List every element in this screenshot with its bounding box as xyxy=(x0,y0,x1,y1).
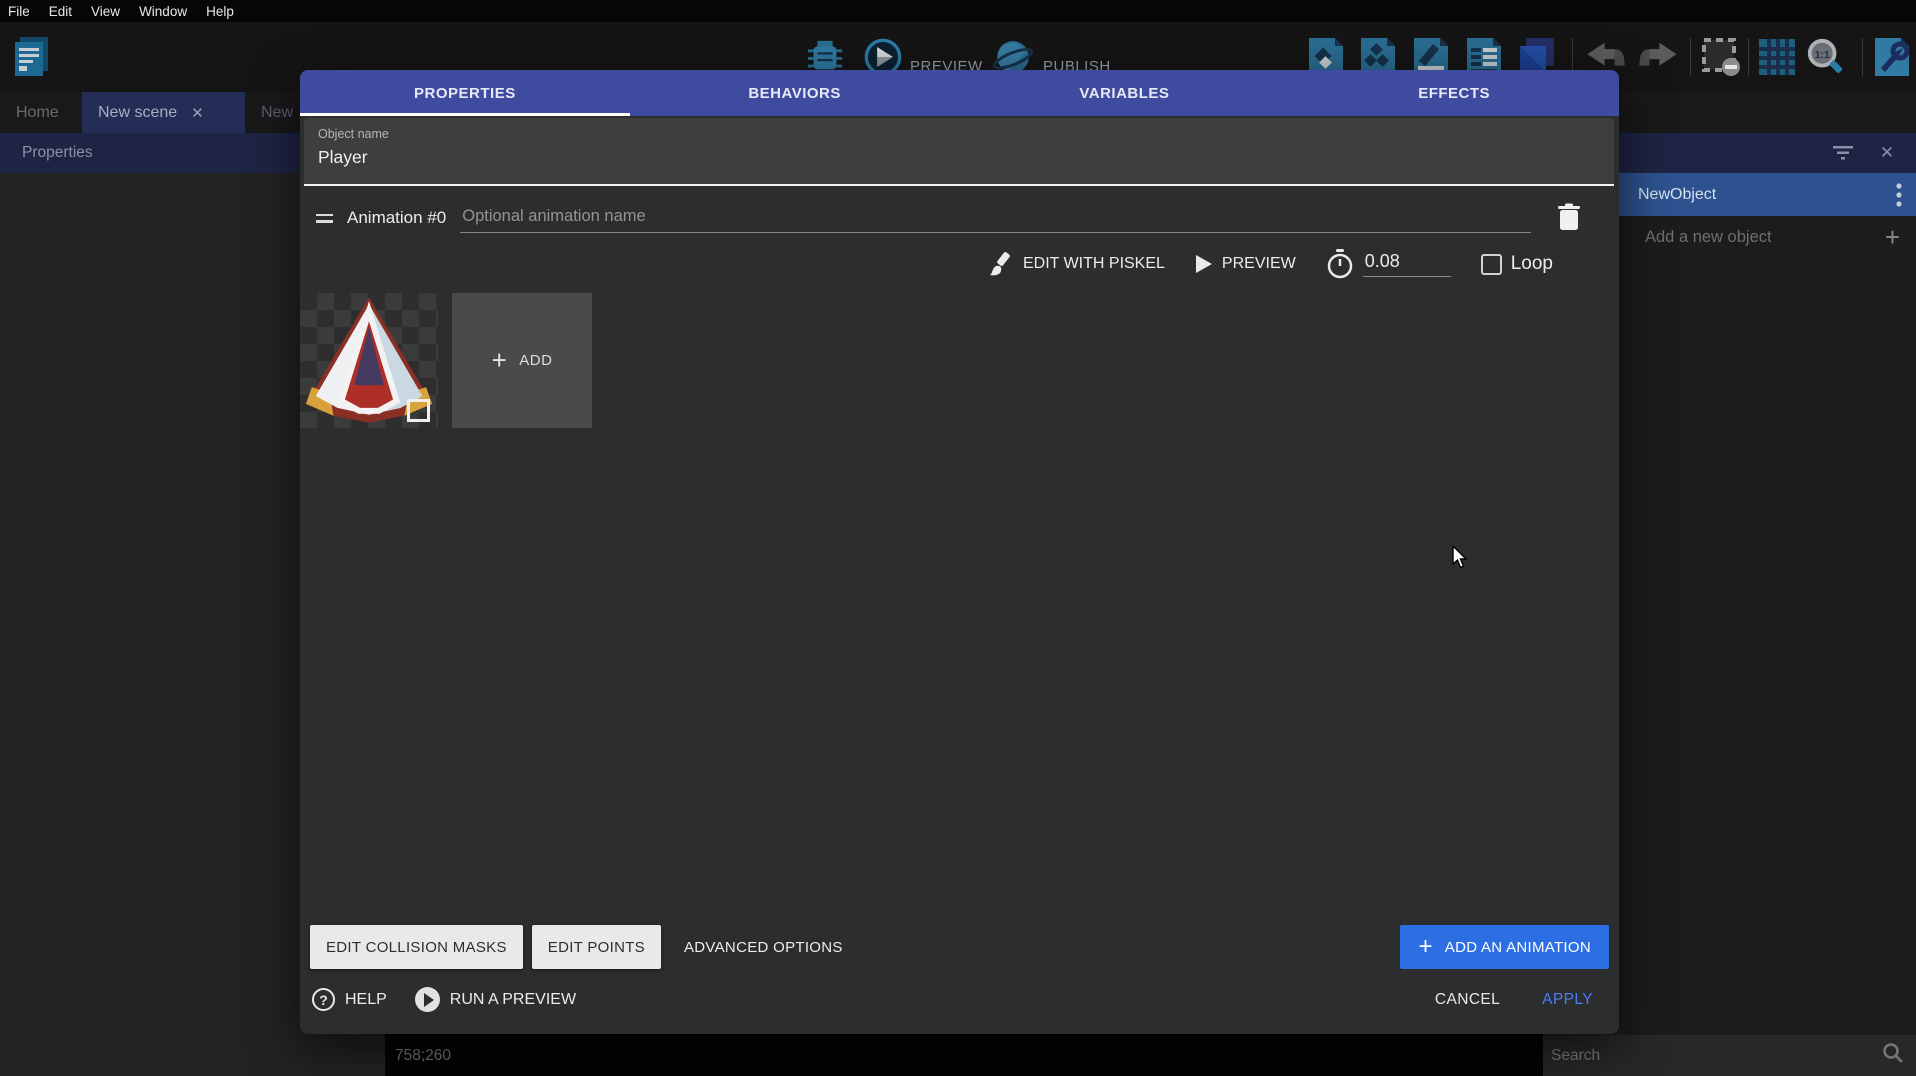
search-input[interactable] xyxy=(1551,1047,1882,1065)
edit-collision-masks-button[interactable]: EDIT COLLISION MASKS xyxy=(310,925,523,969)
stacked-docs-icon xyxy=(12,35,52,79)
properties-panel-title: Properties xyxy=(22,144,93,162)
preview-animation-button[interactable]: PREVIEW xyxy=(1195,254,1296,274)
run-a-preview-button[interactable]: RUN A PREVIEW xyxy=(415,987,576,1012)
tab-properties[interactable]: PROPERTIES xyxy=(300,70,630,116)
object-menu-kebab-icon[interactable] xyxy=(1896,183,1902,207)
edit-with-piskel-label: EDIT WITH PISKEL xyxy=(1023,255,1165,273)
redo-icon[interactable] xyxy=(1638,36,1678,78)
add-object-plus-icon: + xyxy=(1885,222,1900,253)
tab-new-scene-label: New scene xyxy=(98,104,177,122)
close-tab-icon[interactable]: ✕ xyxy=(191,104,204,122)
loop-label: Loop xyxy=(1511,253,1553,275)
play-icon xyxy=(1195,254,1213,274)
dialog-tab-bar: PROPERTIES BEHAVIORS VARIABLES EFFECTS xyxy=(300,70,1619,116)
add-an-animation-label: ADD AN ANIMATION xyxy=(1445,939,1591,956)
add-an-animation-button[interactable]: + ADD AN ANIMATION xyxy=(1400,925,1609,969)
add-animation-plus-icon: + xyxy=(1418,933,1432,961)
tab-variables[interactable]: VARIABLES xyxy=(960,70,1290,116)
object-search-bar xyxy=(1543,1035,1916,1076)
toolbar-separator xyxy=(1748,38,1749,76)
preview-animation-label: PREVIEW xyxy=(1222,255,1296,273)
advanced-options-button[interactable]: ADVANCED OPTIONS xyxy=(670,925,857,969)
animation-name-input[interactable] xyxy=(460,203,1531,233)
delete-animation-icon[interactable] xyxy=(1557,203,1583,233)
animation-header-row: Animation #0 xyxy=(316,203,1583,233)
stopwatch-icon xyxy=(1326,249,1354,279)
animation-frames-row: + ADD xyxy=(300,293,1619,428)
toolbar-separator xyxy=(1862,38,1863,76)
time-between-frames-control xyxy=(1326,249,1451,279)
time-between-frames-input[interactable] xyxy=(1363,251,1451,277)
project-settings-icon[interactable] xyxy=(1872,36,1912,78)
object-name: NewObject xyxy=(1638,186,1716,204)
mouse-cursor xyxy=(1452,546,1468,575)
menu-edit[interactable]: Edit xyxy=(49,4,72,19)
loop-toggle[interactable]: Loop xyxy=(1481,253,1553,275)
object-name-field[interactable]: Object name Player xyxy=(304,118,1614,186)
animation-title: Animation #0 xyxy=(347,208,446,228)
animation-controls-row: EDIT WITH PISKEL PREVIEW Loop xyxy=(316,249,1553,279)
menu-file[interactable]: File xyxy=(8,4,30,19)
status-bar: 758;260 xyxy=(385,1035,1543,1076)
tab-new-scene[interactable]: New scene ✕ xyxy=(82,92,245,133)
svg-text:1:1: 1:1 xyxy=(1815,50,1830,61)
run-a-preview-label: RUN A PREVIEW xyxy=(450,991,576,1009)
frame-select-checkbox[interactable] xyxy=(407,399,430,422)
help-button[interactable]: ? HELP xyxy=(312,988,387,1011)
loop-checkbox[interactable] xyxy=(1481,254,1502,275)
add-frame-label: ADD xyxy=(519,352,552,369)
filter-icon[interactable] xyxy=(1830,140,1856,166)
edit-points-button[interactable]: EDIT POINTS xyxy=(532,925,661,969)
sprite-frame-thumbnail[interactable] xyxy=(300,293,438,428)
project-manager-icon[interactable] xyxy=(12,36,52,78)
tab-behaviors[interactable]: BEHAVIORS xyxy=(630,70,960,116)
tab-home-label: Home xyxy=(16,104,59,122)
tab-home[interactable]: Home xyxy=(0,92,75,133)
menu-view[interactable]: View xyxy=(91,4,120,19)
dialog-actions-row: EDIT COLLISION MASKS EDIT POINTS ADVANCE… xyxy=(310,925,1609,969)
add-frame-plus-icon: + xyxy=(492,345,508,376)
menu-bar: File Edit View Window Help xyxy=(0,0,1916,22)
paintbrush-icon xyxy=(988,251,1014,277)
object-name-label: Object name xyxy=(318,127,1600,141)
edit-with-piskel-button[interactable]: EDIT WITH PISKEL xyxy=(988,251,1165,277)
tab-effects[interactable]: EFFECTS xyxy=(1289,70,1619,116)
clear-selection-icon[interactable] xyxy=(1701,36,1741,78)
help-icon: ? xyxy=(312,988,335,1011)
zoom-1-1-icon[interactable]: 1:1 xyxy=(1805,36,1845,78)
close-panel-icon[interactable]: ✕ xyxy=(1874,140,1900,166)
add-object-label: Add a new object xyxy=(1645,228,1772,247)
apply-button[interactable]: APPLY xyxy=(1542,991,1593,1009)
menu-window[interactable]: Window xyxy=(139,4,187,19)
object-name-value[interactable]: Player xyxy=(318,147,1600,168)
search-icon[interactable] xyxy=(1882,1042,1904,1069)
grid-icon[interactable] xyxy=(1757,36,1797,78)
run-preview-play-icon xyxy=(415,987,440,1012)
object-editor-dialog: PROPERTIES BEHAVIORS VARIABLES EFFECTS O… xyxy=(300,70,1619,1034)
cursor-coordinates: 758;260 xyxy=(395,1047,451,1065)
active-tab-indicator xyxy=(300,113,630,116)
cancel-button[interactable]: CANCEL xyxy=(1435,991,1500,1009)
drag-handle-icon[interactable] xyxy=(316,214,333,223)
dialog-footer: ? HELP RUN A PREVIEW CANCEL APPLY xyxy=(312,987,1607,1034)
add-frame-button[interactable]: + ADD xyxy=(452,293,592,428)
toolbar-separator xyxy=(1690,38,1691,76)
help-label: HELP xyxy=(345,991,387,1009)
menu-help[interactable]: Help xyxy=(206,4,234,19)
tab-clipped-label: New xyxy=(261,104,293,122)
